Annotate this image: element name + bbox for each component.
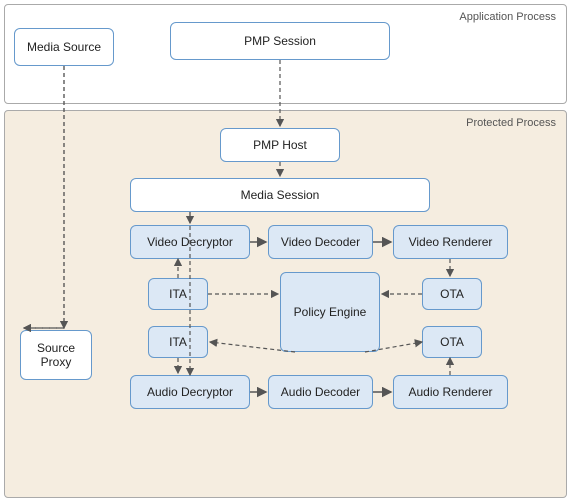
pmp-host-box: PMP Host bbox=[220, 128, 340, 162]
audio-decoder-box: Audio Decoder bbox=[268, 375, 373, 409]
ita-bottom-box: ITA bbox=[148, 326, 208, 358]
app-process-label: Application Process bbox=[459, 11, 556, 23]
video-decoder-box: Video Decoder bbox=[268, 225, 373, 259]
protected-process-label: Protected Process bbox=[466, 117, 556, 129]
media-source-box: Media Source bbox=[14, 28, 114, 66]
media-session-box: Media Session bbox=[130, 178, 430, 212]
audio-decryptor-box: Audio Decryptor bbox=[130, 375, 250, 409]
policy-engine-box: Policy Engine bbox=[280, 272, 380, 352]
pmp-session-box: PMP Session bbox=[170, 22, 390, 60]
ota-bottom-box: OTA bbox=[422, 326, 482, 358]
ita-top-box: ITA bbox=[148, 278, 208, 310]
source-proxy-box: Source Proxy bbox=[20, 330, 92, 380]
audio-renderer-box: Audio Renderer bbox=[393, 375, 508, 409]
ota-top-box: OTA bbox=[422, 278, 482, 310]
video-decryptor-box: Video Decryptor bbox=[130, 225, 250, 259]
video-renderer-box: Video Renderer bbox=[393, 225, 508, 259]
